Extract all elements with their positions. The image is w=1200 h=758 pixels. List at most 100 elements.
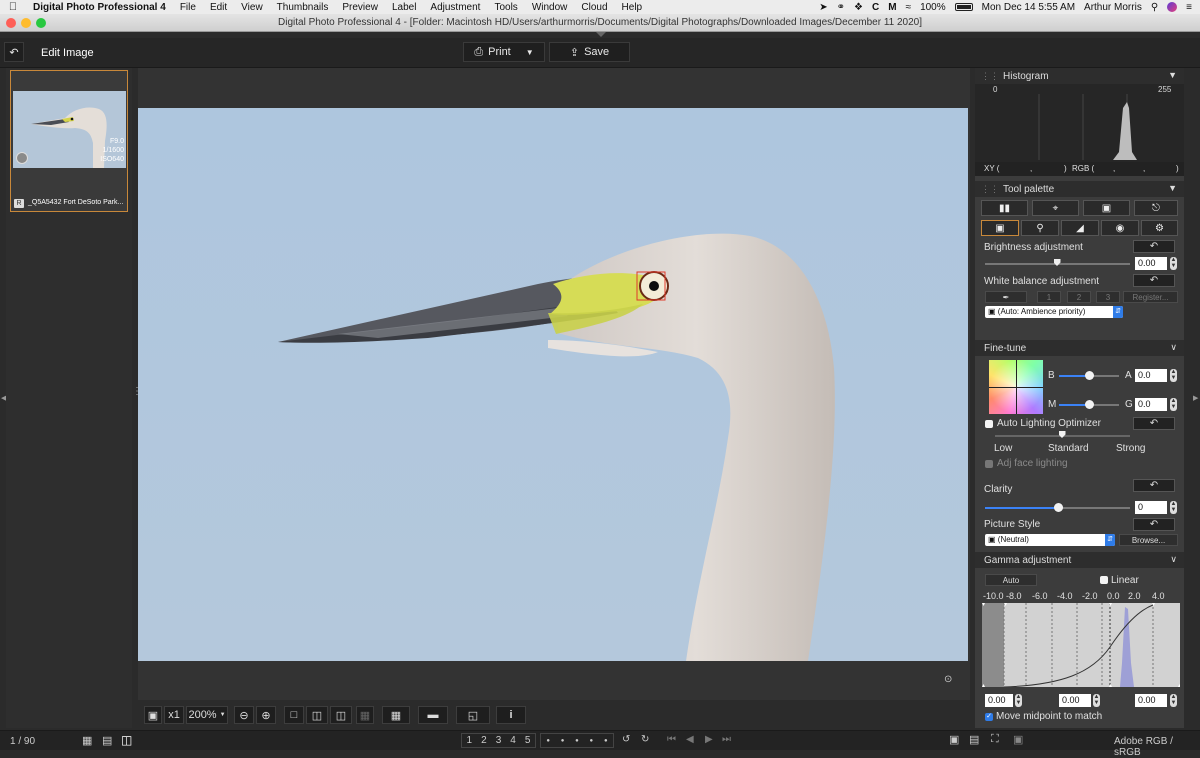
rotate-right-icon[interactable]: ↻	[641, 734, 649, 745]
wb-eyedropper-button[interactable]: ✒	[985, 291, 1027, 303]
gamma-mid-stepper[interactable]: ▲ ▼	[1093, 694, 1100, 707]
menu-window[interactable]: Window	[525, 2, 575, 13]
gamma-left-value[interactable]: 0.00	[985, 694, 1013, 707]
alo-slider[interactable]	[995, 431, 1130, 438]
list-icon[interactable]: ≡	[1186, 2, 1192, 13]
chevron-down-icon[interactable]: ▼	[1168, 70, 1177, 80]
last-image-icon[interactable]: ⏭	[722, 734, 731, 745]
zoom-window-button[interactable]	[36, 18, 46, 28]
histogram-view-icon[interactable]: ▤	[969, 733, 979, 746]
alo-checkbox[interactable]	[985, 420, 993, 428]
compare-view-icon[interactable]: ▣	[949, 733, 959, 746]
af-point-button[interactable]: □	[284, 706, 304, 724]
save-button[interactable]: ⇪ Save	[549, 42, 630, 62]
grid-button[interactable]: ▦	[382, 706, 410, 724]
creative-cloud-icon[interactable]: ⚭	[837, 2, 845, 13]
thumbnail-image[interactable]: F9.0 1/1600 ISO640	[13, 91, 126, 168]
mg-knob[interactable]	[1085, 400, 1094, 409]
location-icon[interactable]: ➤	[819, 2, 827, 13]
camera-icon[interactable]: ▣	[1013, 733, 1023, 746]
zoom-in-button[interactable]: ⊕	[256, 706, 276, 724]
gamma-auto-button[interactable]: Auto	[985, 574, 1037, 586]
menu-view[interactable]: View	[234, 2, 270, 13]
split-button[interactable]: ◫	[330, 706, 352, 724]
menu-tools[interactable]: Tools	[487, 2, 524, 13]
linear-checkbox[interactable]	[1100, 576, 1108, 584]
wb-register-button[interactable]: Register...	[1123, 291, 1178, 303]
highlight-warning-button[interactable]: ▬	[418, 706, 448, 724]
picture-style-reset-button[interactable]: ↶	[1133, 518, 1175, 531]
sync-button[interactable]: ▦	[356, 706, 374, 724]
c-icon[interactable]: C	[872, 2, 879, 13]
star-5-icon[interactable]: ●	[604, 738, 608, 744]
menu-edit[interactable]: Edit	[203, 2, 234, 13]
rotate-left-icon[interactable]: ↺	[622, 734, 630, 745]
wb-preset-3[interactable]: 3	[1096, 291, 1120, 303]
zoom-x1-button[interactable]: x1	[164, 706, 184, 724]
next-image-icon[interactable]: ▶	[705, 734, 713, 745]
dropbox-icon[interactable]: ❖	[854, 2, 863, 13]
clarity-stepper[interactable]: ▲ ▼	[1170, 501, 1177, 514]
clarity-reset-button[interactable]: ↶	[1133, 479, 1175, 492]
rating-2[interactable]: 2	[481, 735, 487, 746]
gamma-mid-value[interactable]: 0.00	[1059, 694, 1091, 707]
list-view-icon[interactable]: ▤	[102, 734, 112, 747]
fine-tune-header[interactable]: Fine-tune ∨	[975, 340, 1184, 356]
back-button[interactable]: ↶	[4, 42, 24, 62]
first-image-icon[interactable]: ⏮	[667, 734, 676, 745]
fullscreen-icon[interactable]: ⛶	[991, 733, 999, 746]
zoom-level-select[interactable]: 200% ▼	[186, 706, 228, 724]
collapse-right-icon[interactable]: ▶	[1193, 394, 1198, 402]
rating-4[interactable]: 4	[510, 735, 516, 746]
search-icon[interactable]: ⚲	[1151, 2, 1158, 13]
gamma-right-value[interactable]: 0.00	[1135, 694, 1167, 707]
rating-3[interactable]: 3	[496, 735, 502, 746]
ba-slider[interactable]	[1059, 371, 1119, 380]
minimize-window-button[interactable]	[21, 18, 31, 28]
thumbnail-card[interactable]: F9.0 1/1600 ISO640 R _Q5A5432 Fort DeSot…	[10, 70, 128, 212]
star-1-icon[interactable]: ●	[546, 738, 550, 744]
tab-detail[interactable]: ⚲	[1021, 220, 1059, 236]
alo-reset-button[interactable]: ↶	[1133, 417, 1175, 430]
brightness-stepper[interactable]: ▲ ▼	[1170, 257, 1177, 270]
gamma-left-stepper[interactable]: ▲ ▼	[1015, 694, 1022, 707]
info-button[interactable]: i	[496, 706, 526, 724]
ba-knob[interactable]	[1085, 371, 1094, 380]
browse-button[interactable]: Browse...	[1119, 534, 1178, 546]
clarity-slider[interactable]	[985, 503, 1130, 512]
navigator-icon[interactable]: ⊙	[944, 674, 952, 685]
chevron-down-icon[interactable]: ▼	[526, 48, 534, 57]
tab-image[interactable]: ▣	[1083, 200, 1130, 216]
menu-thumbnails[interactable]: Thumbnails	[270, 2, 336, 13]
collapse-icon[interactable]: ∨	[1170, 554, 1177, 565]
wb-reset-button[interactable]: ↶	[1133, 274, 1175, 287]
m-icon[interactable]: M	[888, 2, 896, 13]
star-4-icon[interactable]: ●	[590, 738, 594, 744]
menu-help[interactable]: Help	[615, 2, 650, 13]
wb-preset-1[interactable]: 1	[1037, 291, 1061, 303]
menu-preview[interactable]: Preview	[335, 2, 385, 13]
fit-screen-button[interactable]: ▣	[144, 706, 162, 724]
prev-image-icon[interactable]: ◀	[686, 734, 694, 745]
gamma-header[interactable]: Gamma adjustment ∨	[975, 552, 1184, 568]
tab-basic-adjust[interactable]: ▮▮	[981, 200, 1028, 216]
chevron-down-icon[interactable]: ▼	[1168, 183, 1177, 193]
brightness-knob[interactable]	[1053, 259, 1061, 266]
tab-settings[interactable]: ⚙	[1141, 220, 1178, 236]
mg-value[interactable]: 0.0	[1135, 398, 1167, 411]
tab-curve[interactable]: ◢	[1061, 220, 1099, 236]
siri-icon[interactable]	[1167, 2, 1178, 12]
apple-icon[interactable]: 	[0, 1, 26, 13]
ba-value[interactable]: 0.0	[1135, 369, 1167, 382]
wb-preset-2[interactable]: 2	[1067, 291, 1091, 303]
close-window-button[interactable]	[6, 18, 16, 28]
picture-style-select[interactable]: ▣ (Neutral) ⇵	[985, 534, 1115, 546]
tool-palette-header[interactable]: ⋮⋮ Tool palette ▼	[975, 181, 1184, 197]
gamma-curve[interactable]	[982, 603, 1180, 687]
user-name[interactable]: Arthur Morris	[1084, 2, 1142, 13]
gamma-right-stepper[interactable]: ▲ ▼	[1170, 694, 1177, 707]
image-viewer[interactable]: ⊙	[138, 68, 970, 700]
ba-stepper[interactable]: ▲ ▼	[1170, 369, 1177, 382]
tab-stamp[interactable]: ⎋	[1134, 200, 1178, 216]
midpoint-checkbox[interactable]: ✓	[985, 713, 993, 721]
